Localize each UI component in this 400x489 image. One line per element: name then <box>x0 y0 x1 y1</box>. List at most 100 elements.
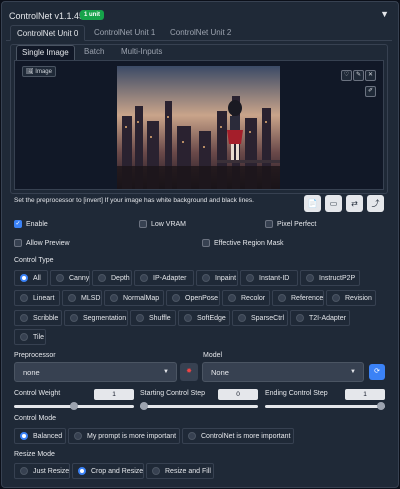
radio-dot <box>20 467 28 475</box>
radio-dot <box>246 274 254 282</box>
chevron-down-icon: ▼ <box>163 369 169 375</box>
radio-selected <box>78 467 86 475</box>
slider-knob[interactable] <box>140 402 148 410</box>
tab-single-image[interactable]: Single Image <box>16 45 75 60</box>
control-type-ip-adapter[interactable]: IP-Adapter <box>134 270 194 286</box>
control-mode-prompt[interactable]: My prompt is more important <box>68 428 180 444</box>
unit-tabs: ControlNet Unit 0 ControlNet Unit 1 Cont… <box>6 25 392 41</box>
hint-text: Set the preprocessor to [invert] If your… <box>14 197 254 204</box>
radio-dot <box>98 274 106 282</box>
tab-multi-inputs[interactable]: Multi-Inputs <box>116 45 167 60</box>
swap-icon[interactable]: ⇄ <box>346 195 363 212</box>
control-weight-slider[interactable] <box>14 402 134 410</box>
model-dropdown[interactable]: None ▼ <box>202 362 364 382</box>
low-vram-label: Low VRAM <box>151 220 187 228</box>
radio-dot <box>20 333 28 341</box>
control-type-all[interactable]: All <box>14 270 48 286</box>
camera-icon[interactable]: ▭ <box>325 195 342 212</box>
refresh-icon[interactable]: ⟳ <box>369 364 385 380</box>
option-label: Balanced <box>33 432 63 440</box>
control-type-canny[interactable]: Canny <box>50 270 90 286</box>
close-icon[interactable]: ✕ <box>365 70 376 81</box>
tab-unit-2[interactable]: ControlNet Unit 2 <box>164 25 237 41</box>
control-type-scribble[interactable]: Scribble <box>14 310 62 326</box>
preprocessor-label: Preprocessor <box>14 352 56 359</box>
upload-file-icon[interactable]: 📄 <box>304 195 321 212</box>
control-type-instructp2p[interactable]: InstructP2P <box>300 270 360 286</box>
option-label: Just Resize <box>33 467 70 475</box>
resize-mode-just-resize[interactable]: Just Resize <box>14 463 70 479</box>
effective-region-mask-label: Effective Region Mask <box>214 239 284 247</box>
control-type-mlsd[interactable]: MLSD <box>62 290 102 306</box>
triangle-down-icon[interactable]: ▼ <box>380 9 389 19</box>
ending-step-input[interactable]: 1 <box>345 389 385 400</box>
tab-batch[interactable]: Batch <box>79 45 109 60</box>
radio-dot <box>74 432 82 440</box>
option-label: Instant-ID <box>259 274 290 282</box>
control-type-t2i-adapter[interactable]: T2I-Adapter <box>290 310 350 326</box>
control-mode-controlnet[interactable]: ControlNet is more important <box>182 428 294 444</box>
option-label: NormalMap <box>123 294 160 302</box>
model-value: None <box>211 368 229 377</box>
control-type-revision[interactable]: Revision <box>326 290 376 306</box>
control-type-recolor[interactable]: Recolor <box>222 290 270 306</box>
unit-count-badge: 1 unit <box>80 10 104 20</box>
slider-knob[interactable] <box>70 402 78 410</box>
option-label: OpenPose <box>185 294 219 302</box>
allow-preview-checkbox[interactable]: Allow Preview <box>14 239 70 247</box>
control-type-label: Control Type <box>14 257 54 264</box>
control-type-instant-id[interactable]: Instant-ID <box>240 270 298 286</box>
control-type-depth[interactable]: Depth <box>92 270 132 286</box>
send-dimensions-icon[interactable]: ⤴ <box>367 195 384 212</box>
enable-checkbox[interactable]: ✓ Enable <box>14 220 48 228</box>
control-mode-label: Control Mode <box>14 415 57 422</box>
radio-dot <box>20 314 28 322</box>
starting-step-slider[interactable] <box>140 402 258 410</box>
low-vram-checkbox[interactable]: Low VRAM <box>139 220 186 228</box>
heart-icon[interactable]: ♡ <box>341 70 352 81</box>
radio-selected <box>20 432 28 440</box>
radio-dot <box>332 294 340 302</box>
radio-dot <box>188 432 196 440</box>
effective-region-mask-checkbox[interactable]: Effective Region Mask <box>202 239 284 247</box>
radio-dot <box>278 294 286 302</box>
control-type-tile[interactable]: Tile <box>14 329 46 345</box>
pixel-perfect-checkbox[interactable]: Pixel Perfect <box>265 220 316 228</box>
control-type-segmentation[interactable]: Segmentation <box>64 310 128 326</box>
radio-dot <box>172 294 180 302</box>
slider-knob[interactable] <box>377 402 385 410</box>
starting-step-input[interactable]: 0 <box>218 389 258 400</box>
control-type-softedge[interactable]: SoftEdge <box>178 310 230 326</box>
option-label: Resize and Fill <box>165 467 211 475</box>
radio-dot <box>296 314 304 322</box>
control-type-openpose[interactable]: OpenPose <box>166 290 220 306</box>
option-label: Reference <box>291 294 324 302</box>
control-type-inpaint[interactable]: Inpaint <box>196 270 238 286</box>
resize-mode-crop-and-resize[interactable]: Crop and Resize <box>72 463 144 479</box>
control-type-normalmap[interactable]: NormalMap <box>104 290 164 306</box>
edit-icon[interactable]: ✐ <box>365 86 376 97</box>
check-icon: ✓ <box>14 220 22 228</box>
control-type-sparsectrl[interactable]: SparseCtrl <box>232 310 288 326</box>
checkbox-box <box>265 220 273 228</box>
control-type-lineart[interactable]: Lineart <box>14 290 60 306</box>
control-type-reference[interactable]: Reference <box>272 290 324 306</box>
tab-unit-0[interactable]: ControlNet Unit 0 <box>10 25 86 41</box>
radio-dot <box>56 274 64 282</box>
option-label: All <box>33 274 41 282</box>
option-label: T2I-Adapter <box>309 314 346 322</box>
control-type-shuffle[interactable]: Shuffle <box>130 310 176 326</box>
chevron-down-icon: ▼ <box>350 369 356 375</box>
tab-unit-1[interactable]: ControlNet Unit 1 <box>88 25 161 41</box>
option-label: Tile <box>33 333 45 341</box>
option-label: Crop and Resize <box>91 467 144 475</box>
control-weight-input[interactable]: 1 <box>94 389 134 400</box>
preprocessor-dropdown[interactable]: none ▼ <box>14 362 177 382</box>
ending-step-slider[interactable] <box>265 402 385 410</box>
pencil-icon[interactable]: ✎ <box>353 70 364 81</box>
resize-mode-resize-and-fill[interactable]: Resize and Fill <box>146 463 214 479</box>
allow-preview-label: Allow Preview <box>26 239 70 247</box>
run-preprocessor-icon[interactable]: ✸ <box>180 363 198 381</box>
starting-step-label: Starting Control Step <box>140 390 205 397</box>
control-mode-balanced[interactable]: Balanced <box>14 428 66 444</box>
